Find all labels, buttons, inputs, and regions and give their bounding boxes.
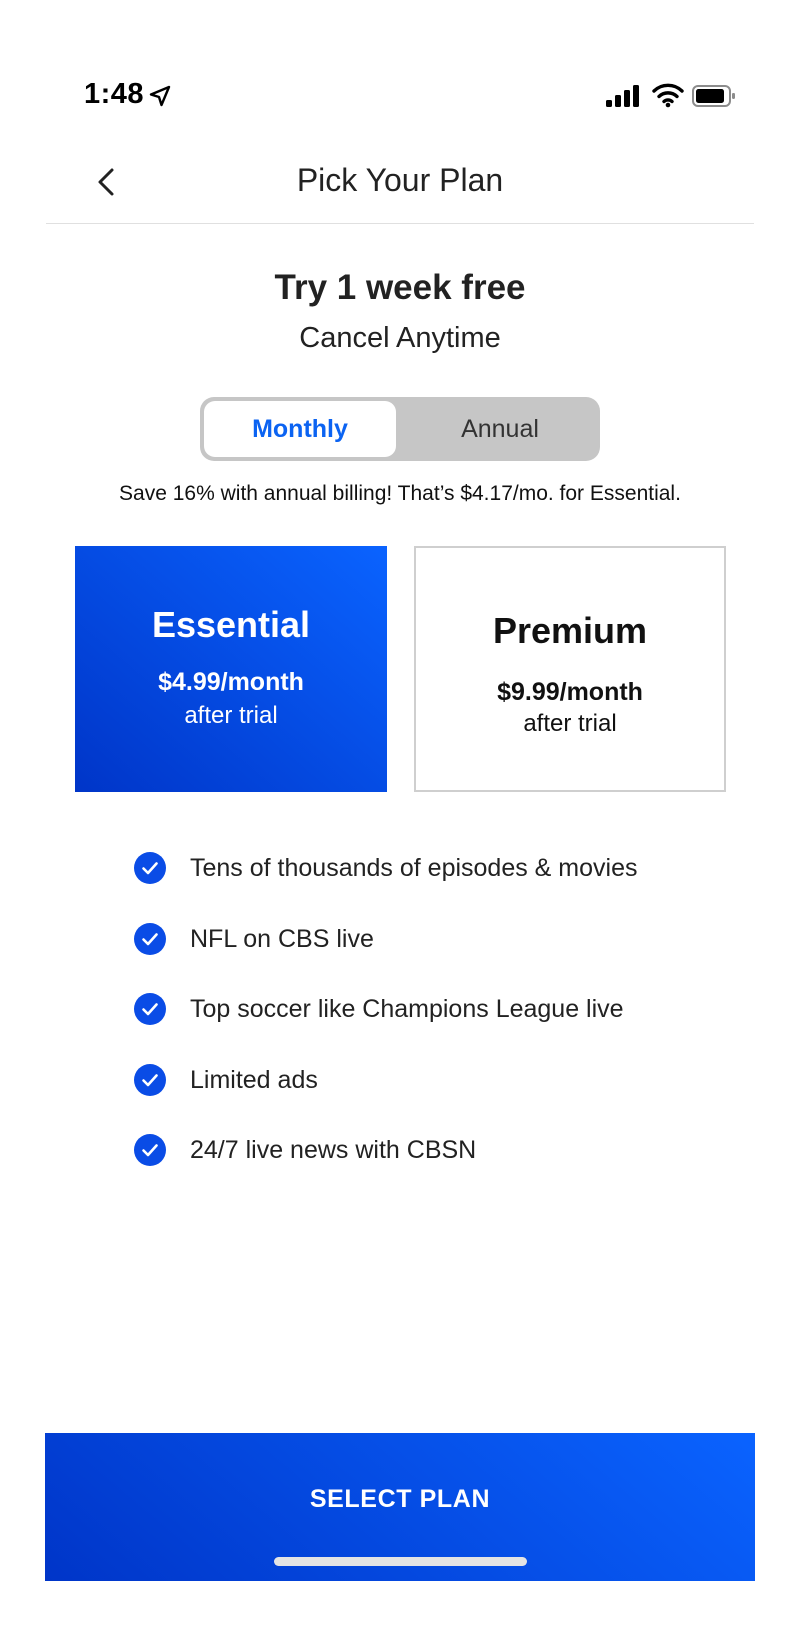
feature-item: NFL on CBS live bbox=[134, 922, 754, 994]
plan-after-trial: after trial bbox=[184, 702, 278, 729]
plan-name: Premium bbox=[492, 610, 648, 651]
check-circle-icon bbox=[134, 993, 166, 1025]
trial-subtitle: Cancel Anytime bbox=[299, 322, 501, 354]
plan-price: $9.99/month bbox=[497, 678, 643, 706]
check-circle-icon bbox=[134, 1063, 166, 1096]
check-circle-icon bbox=[134, 1134, 166, 1166]
location-arrow-icon bbox=[149, 85, 171, 107]
header-divider bbox=[46, 223, 754, 224]
feature-text: 24/7 live news with CBSN bbox=[190, 1136, 477, 1164]
battery-icon bbox=[692, 85, 735, 107]
status-time: 1:48 bbox=[84, 78, 145, 110]
billing-toggle: Monthly Annual bbox=[200, 397, 600, 461]
trial-title: Try 1 week free bbox=[274, 268, 526, 307]
plan-price: $4.99/month bbox=[158, 668, 304, 696]
page-title: Pick Your Plan bbox=[296, 162, 504, 198]
annual-savings-note: Save 16% with annual billing! That’s $4.… bbox=[119, 482, 681, 505]
wifi-icon bbox=[652, 83, 684, 108]
plan-after-trial: after trial bbox=[523, 710, 617, 737]
status-bar: 1:48 bbox=[0, 70, 800, 126]
select-plan-label: SELECT PLAN bbox=[309, 1485, 491, 1513]
feature-list: Tens of thousands of episodes & movies N… bbox=[134, 852, 754, 1205]
toggle-monthly[interactable]: Monthly bbox=[204, 401, 396, 457]
nav-header: Pick Your Plan bbox=[0, 150, 800, 224]
feature-item: Tens of thousands of episodes & movies bbox=[134, 852, 754, 923]
plan-picker-screen: 1:48 Pick Your Plan Try 1 week free Canc… bbox=[0, 0, 800, 1626]
feature-item: 24/7 live news with CBSN bbox=[134, 1134, 754, 1205]
toggle-annual[interactable]: Annual bbox=[404, 401, 596, 457]
feature-text: Tens of thousands of episodes & movies bbox=[190, 854, 638, 882]
plan-card-essential[interactable]: Essential $4.99/month after trial bbox=[75, 546, 387, 792]
plan-name: Essential bbox=[151, 604, 311, 645]
home-indicator bbox=[274, 1557, 527, 1566]
check-circle-icon bbox=[134, 922, 166, 955]
feature-item: Limited ads bbox=[134, 1063, 754, 1135]
feature-text: NFL on CBS live bbox=[190, 924, 374, 953]
plan-card-premium[interactable]: Premium $9.99/month after trial bbox=[414, 546, 726, 792]
check-circle-icon bbox=[134, 852, 166, 884]
feature-item: Top soccer like Champions League live bbox=[134, 993, 754, 1064]
feature-text: Limited ads bbox=[190, 1065, 318, 1094]
cellular-signal-icon bbox=[606, 85, 639, 107]
feature-text: Top soccer like Champions League live bbox=[190, 995, 624, 1023]
